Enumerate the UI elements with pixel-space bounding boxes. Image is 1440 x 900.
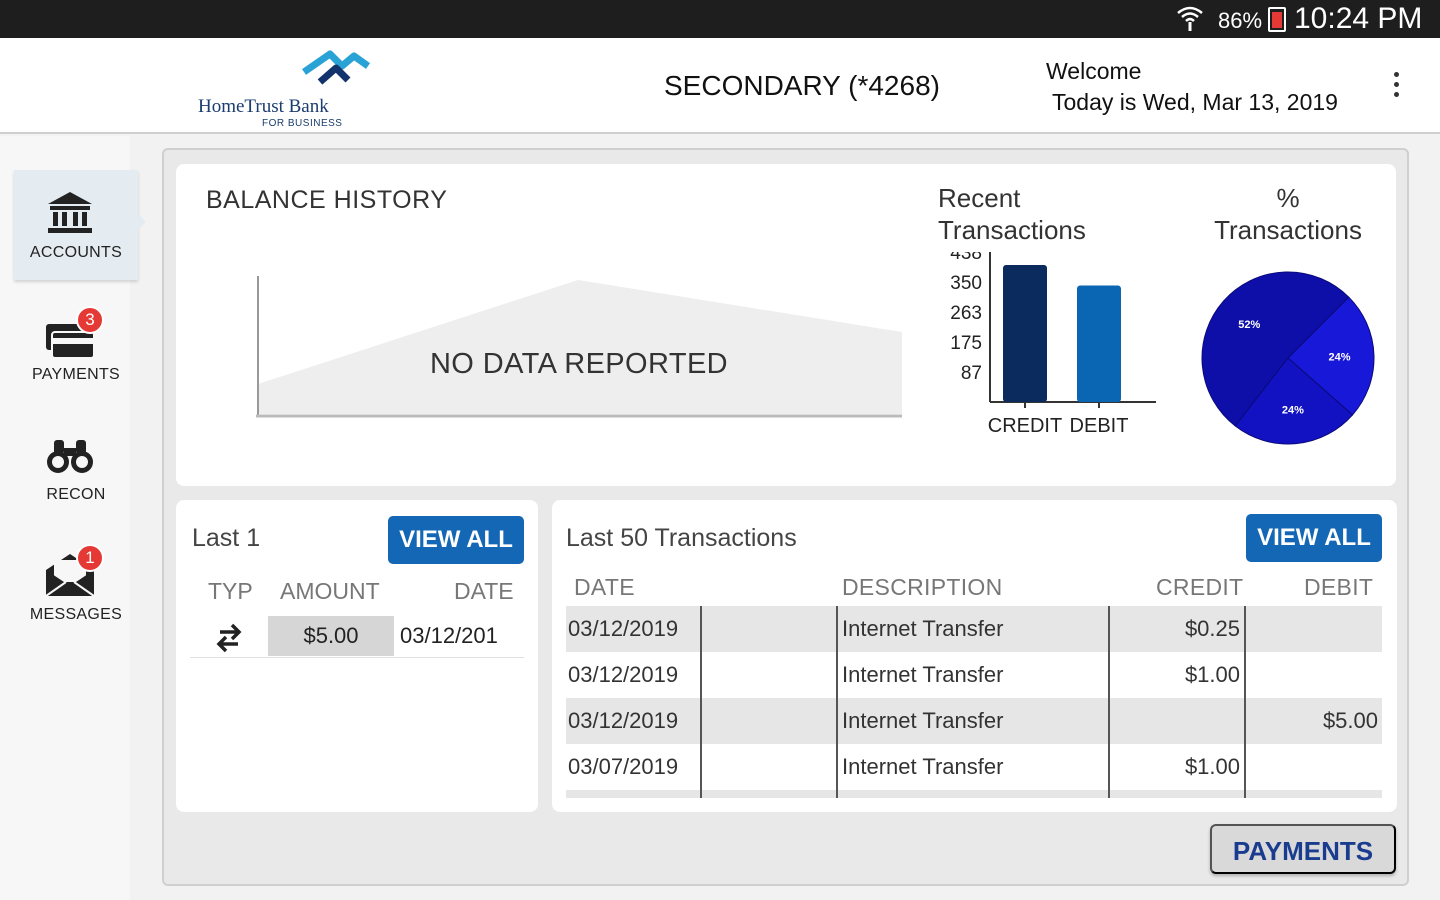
sidebar-item-label: MESSAGES [29, 606, 123, 623]
sidebar-item-recon[interactable]: RECON [14, 412, 138, 522]
payments-badge: 3 [76, 306, 104, 334]
pie-slice-label: 24% [1282, 404, 1304, 416]
bank-logo: HomeTrust Bank FOR BUSINESS [196, 44, 376, 130]
tx-credit: $1.00 [1184, 662, 1240, 687]
recent-title-line2: Transactions [938, 215, 1086, 245]
col-header-date: DATE [454, 578, 514, 604]
tx-date: 03/12/2019 [568, 616, 679, 641]
y-tick-label: 438 [950, 252, 982, 264]
col-header-date: DATE [574, 574, 635, 600]
col-header-debit: DEBIT [1304, 574, 1374, 600]
y-tick-label: 87 [961, 363, 982, 384]
last-50-transactions-card: Last 50 Transactions VIEW ALL DATE DESCR… [552, 500, 1397, 812]
balance-history-card: BALANCE HISTORY NO DATA REPORTED Recent … [176, 164, 1396, 486]
col-header-type: TYP [208, 578, 253, 604]
pie-slice-label: 24% [1329, 351, 1351, 363]
last1-amount: $5.00 [268, 616, 394, 656]
table-row[interactable]: 03/12/2019 Internet Transfer $0.25 [566, 606, 1382, 652]
percent-transactions-pie-chart: 52% 24% 24% [1201, 271, 1375, 445]
sidebar: ACCOUNTS 3 PAYMENTS RECON 1 MESSAGES [0, 136, 146, 900]
x-tick-label: DEBIT [1070, 415, 1129, 437]
percent-transactions-title: % Transactions [1196, 182, 1380, 246]
column-divider [836, 606, 838, 798]
app-header: HomeTrust Bank FOR BUSINESS SECONDARY (*… [0, 38, 1440, 134]
no-data-label: NO DATA REPORTED [429, 348, 729, 380]
column-divider [1244, 606, 1246, 798]
table-row [566, 790, 1382, 798]
y-tick-label: 175 [950, 333, 982, 354]
bank-subtitle: FOR BUSINESS [262, 118, 343, 129]
pie-slice-label: 52% [1238, 319, 1260, 331]
sidebar-item-label: ACCOUNTS [29, 244, 123, 261]
last1-title: Last 1 [192, 524, 261, 552]
table-row[interactable]: 03/12/2019 Internet Transfer $1.00 [566, 652, 1382, 698]
bank-name: HomeTrust Bank [198, 96, 329, 117]
recent-transactions-bar-chart: 438 350 263 175 87 CREDIT DEBIT [950, 252, 1156, 437]
y-tick-label: 350 [950, 273, 982, 294]
battery-icon [1268, 7, 1286, 32]
balance-history-placeholder-chart [256, 276, 902, 418]
last-transaction-card: Last 1 VIEW ALL TYP AMOUNT DATE $5.00 03… [176, 500, 538, 812]
logo-mark-icon [302, 50, 370, 85]
column-divider [1108, 606, 1110, 798]
sidebar-item-label: PAYMENTS [31, 366, 121, 383]
bank-icon [48, 192, 92, 233]
welcome-text: Welcome [1046, 58, 1142, 84]
tx-description: Internet Transfer [842, 616, 1004, 641]
balance-history-title: BALANCE HISTORY [206, 186, 448, 214]
account-title[interactable]: SECONDARY (*4268) [664, 70, 940, 102]
percent-title-line2: Transactions [1214, 215, 1362, 245]
bar-debit [1077, 285, 1121, 402]
last1-date: 03/12/201 [400, 623, 498, 648]
overflow-menu-icon[interactable] [1384, 72, 1408, 102]
recent-transactions-title: Recent Transactions [938, 182, 1086, 246]
view-all-last1-button[interactable]: VIEW ALL [388, 516, 524, 564]
battery-percent: 86% [1218, 8, 1263, 33]
payments-button[interactable]: PAYMENTS [1210, 824, 1396, 874]
percent-title-line1: % [1276, 183, 1300, 213]
binoculars-icon [47, 440, 93, 473]
transfer-icon [216, 623, 242, 653]
col-header-description: DESCRIPTION [842, 574, 1003, 600]
tx-credit: $0.25 [1184, 616, 1240, 641]
sidebar-item-label: RECON [46, 486, 106, 503]
tx-description: Internet Transfer [842, 754, 1004, 779]
sidebar-item-accounts[interactable]: ACCOUNTS [14, 170, 146, 280]
main-panel: BALANCE HISTORY NO DATA REPORTED Recent … [162, 148, 1409, 886]
sidebar-item-payments[interactable]: 3 PAYMENTS [14, 292, 138, 402]
x-tick-label: CREDIT [988, 415, 1062, 437]
today-date: Today is Wed, Mar 13, 2019 [1052, 89, 1338, 115]
last50-title: Last 50 Transactions [566, 524, 797, 552]
y-tick-label: 263 [950, 303, 982, 324]
status-bar: 86% 10:24 PM [0, 0, 1440, 38]
transactions-table: 03/12/2019 Internet Transfer $0.25 03/12… [566, 606, 1382, 798]
tx-description: Internet Transfer [842, 708, 1004, 733]
col-header-amount: AMOUNT [280, 578, 380, 604]
col-header-credit: CREDIT [1156, 574, 1244, 600]
wifi-icon [1177, 6, 1203, 31]
tx-description: Internet Transfer [842, 662, 1004, 687]
table-row[interactable]: 03/07/2019 Internet Transfer $1.00 [566, 744, 1382, 790]
tx-date: 03/12/2019 [568, 708, 679, 733]
bar-credit [1003, 265, 1047, 402]
status-time: 10:24 PM [1294, 2, 1423, 35]
recent-title-line1: Recent [938, 183, 1021, 213]
tx-date: 03/07/2019 [568, 754, 679, 779]
table-row[interactable]: 03/12/2019 Internet Transfer $5.00 [566, 698, 1382, 744]
tx-credit: $1.00 [1184, 754, 1240, 779]
column-divider [700, 606, 702, 798]
messages-badge: 1 [76, 544, 104, 572]
sidebar-item-messages[interactable]: 1 MESSAGES [14, 532, 138, 642]
view-all-last50-button[interactable]: VIEW ALL [1246, 514, 1382, 562]
last1-row[interactable]: $5.00 03/12/201 [190, 616, 524, 658]
tx-date: 03/12/2019 [568, 662, 679, 687]
tx-debit: $5.00 [1322, 708, 1378, 733]
